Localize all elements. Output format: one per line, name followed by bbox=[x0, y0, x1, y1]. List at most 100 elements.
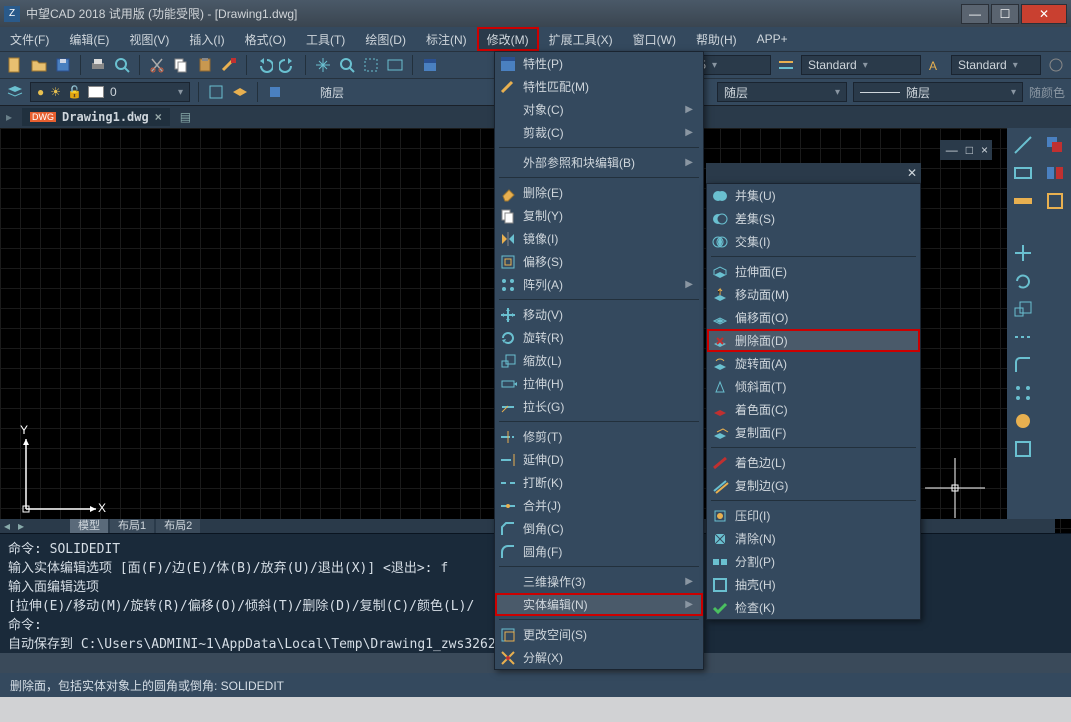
menu-item[interactable]: 倒角(C) bbox=[495, 517, 703, 540]
menu-item[interactable]: 三维操作(3)▶ bbox=[495, 570, 703, 593]
menu-视图[interactable]: 视图(V) bbox=[119, 27, 179, 51]
menu-item[interactable]: 打断(K) bbox=[495, 471, 703, 494]
tab-pin-icon[interactable]: ▸ bbox=[6, 110, 12, 124]
child-close-icon[interactable]: × bbox=[981, 143, 988, 157]
cut-icon[interactable] bbox=[148, 56, 166, 74]
polygon-tool-icon[interactable] bbox=[1012, 438, 1034, 460]
circle-tool-icon[interactable] bbox=[1012, 410, 1034, 432]
scale-tool-icon[interactable] bbox=[1012, 298, 1034, 320]
menu-修改[interactable]: 修改(M) bbox=[477, 27, 539, 51]
pan-icon[interactable] bbox=[314, 56, 332, 74]
layer-states-icon[interactable] bbox=[207, 83, 225, 101]
textstyle2-combo[interactable]: Standard▾ bbox=[951, 55, 1041, 75]
menu-item[interactable]: 复制边(G) bbox=[707, 474, 920, 497]
maximize-button[interactable]: ☐ bbox=[991, 4, 1019, 24]
menu-item[interactable]: 差集(S) bbox=[707, 207, 920, 230]
doc-tab[interactable]: DWG Drawing1.dwg × bbox=[22, 108, 170, 126]
linetype-icon[interactable] bbox=[777, 56, 795, 74]
menu-item[interactable]: 圆角(F) bbox=[495, 540, 703, 563]
menu-item[interactable]: 着色边(L) bbox=[707, 451, 920, 474]
menu-item[interactable]: 更改空间(S) bbox=[495, 623, 703, 646]
measure-tool-icon[interactable] bbox=[1012, 190, 1034, 212]
zoom-icon[interactable] bbox=[338, 56, 356, 74]
menu-item[interactable]: 延伸(D) bbox=[495, 448, 703, 471]
menu-item[interactable]: 分解(X) bbox=[495, 646, 703, 669]
layer-iso-icon[interactable] bbox=[231, 83, 249, 101]
paste-icon[interactable] bbox=[196, 56, 214, 74]
menu-item[interactable]: 着色面(C) bbox=[707, 398, 920, 421]
menu-item[interactable]: 检查(K) bbox=[707, 596, 920, 619]
model-tab[interactable]: 布局1 bbox=[110, 519, 154, 533]
menu-APP+[interactable]: APP+ bbox=[747, 27, 798, 51]
menu-编辑[interactable]: 编辑(E) bbox=[59, 27, 119, 51]
menu-item[interactable]: 分割(P) bbox=[707, 550, 920, 573]
menu-item[interactable]: 对象(C)▶ bbox=[495, 98, 703, 121]
redo-icon[interactable] bbox=[279, 56, 297, 74]
menu-item[interactable]: 拉伸面(E) bbox=[707, 260, 920, 283]
child-max-icon[interactable]: □ bbox=[966, 143, 973, 157]
trim-tool-icon[interactable] bbox=[1012, 326, 1034, 348]
save-icon[interactable] bbox=[54, 56, 72, 74]
menu-item[interactable]: 外部参照和块编辑(B)▶ bbox=[495, 151, 703, 174]
new-icon[interactable] bbox=[6, 56, 24, 74]
menu-item[interactable]: 旋转(R) bbox=[495, 326, 703, 349]
menu-item[interactable]: 拉伸(H) bbox=[495, 372, 703, 395]
move-tool-icon[interactable] bbox=[1012, 242, 1034, 264]
menu-窗口[interactable]: 窗口(W) bbox=[623, 27, 686, 51]
menu-item[interactable]: 镜像(I) bbox=[495, 227, 703, 250]
menu-插入[interactable]: 插入(I) bbox=[179, 27, 234, 51]
props-panel-icon[interactable] bbox=[421, 56, 439, 74]
zoom-window-icon[interactable] bbox=[362, 56, 380, 74]
menu-绘图[interactable]: 绘图(D) bbox=[355, 27, 416, 51]
menu-item[interactable]: 实体编辑(N)▶ bbox=[495, 593, 703, 616]
zoom-extents-icon[interactable] bbox=[386, 56, 404, 74]
menu-item[interactable]: 交集(I) bbox=[707, 230, 920, 253]
menu-item[interactable]: 复制(Y) bbox=[495, 204, 703, 227]
layer-combo[interactable]: ● ☀ 🔓 0 ▾ bbox=[30, 82, 190, 102]
menu-工具[interactable]: 工具(T) bbox=[296, 27, 355, 51]
menu-item[interactable]: 倾斜面(T) bbox=[707, 375, 920, 398]
menu-item[interactable]: 修剪(T) bbox=[495, 425, 703, 448]
undo-icon[interactable] bbox=[255, 56, 273, 74]
layer-manager-icon[interactable] bbox=[6, 83, 24, 101]
menu-item[interactable]: 删除面(D) bbox=[707, 329, 920, 352]
textstyle-icon[interactable]: A bbox=[927, 56, 945, 74]
menu-item[interactable]: 特性(P) bbox=[495, 52, 703, 75]
menu-帮助[interactable]: 帮助(H) bbox=[686, 27, 747, 51]
menu-item[interactable]: 旋转面(A) bbox=[707, 352, 920, 375]
model-tab[interactable]: 布局2 bbox=[156, 519, 200, 533]
array-tool-icon[interactable] bbox=[1012, 382, 1034, 404]
menu-文件[interactable]: 文件(F) bbox=[0, 27, 59, 51]
menu-item[interactable]: 缩放(L) bbox=[495, 349, 703, 372]
fillet-tool-icon[interactable] bbox=[1012, 354, 1034, 376]
match-icon[interactable] bbox=[220, 56, 238, 74]
minimize-button[interactable]: — bbox=[961, 4, 989, 24]
menu-item[interactable]: 移动面(M) bbox=[707, 283, 920, 306]
menu-item[interactable]: 删除(E) bbox=[495, 181, 703, 204]
menu-item[interactable]: 移动(V) bbox=[495, 303, 703, 326]
offset-tool-icon[interactable] bbox=[1044, 190, 1066, 212]
menu-item[interactable]: 拉长(G) bbox=[495, 395, 703, 418]
copy-icon[interactable] bbox=[172, 56, 190, 74]
menu-item[interactable]: 特性匹配(M) bbox=[495, 75, 703, 98]
block-icon[interactable] bbox=[266, 83, 284, 101]
preview-icon[interactable] bbox=[113, 56, 131, 74]
menu-item[interactable]: 合并(J) bbox=[495, 494, 703, 517]
menu-item[interactable]: 复制面(F) bbox=[707, 421, 920, 444]
mirror-tool-icon[interactable] bbox=[1044, 162, 1066, 184]
close-button[interactable]: ✕ bbox=[1021, 4, 1067, 24]
menu-item[interactable]: 偏移面(O) bbox=[707, 306, 920, 329]
lineweight-right-combo[interactable]: 随层▾ bbox=[853, 82, 1023, 102]
more-icon[interactable] bbox=[1047, 56, 1065, 74]
child-min-icon[interactable]: — bbox=[946, 143, 958, 157]
model-tab[interactable]: 模型 bbox=[70, 519, 108, 533]
print-icon[interactable] bbox=[89, 56, 107, 74]
menu-item[interactable]: 偏移(S) bbox=[495, 250, 703, 273]
menu-扩展工具[interactable]: 扩展工具(X) bbox=[539, 27, 623, 51]
palette-close-icon[interactable]: ✕ bbox=[907, 166, 917, 180]
copy-tool-icon[interactable] bbox=[1044, 134, 1066, 156]
menu-item[interactable]: 抽壳(H) bbox=[707, 573, 920, 596]
new-tab-icon[interactable]: ▤ bbox=[180, 110, 191, 124]
rotate-tool-icon[interactable] bbox=[1012, 270, 1034, 292]
lineweight-left-combo[interactable]: 随层▾ bbox=[717, 82, 847, 102]
